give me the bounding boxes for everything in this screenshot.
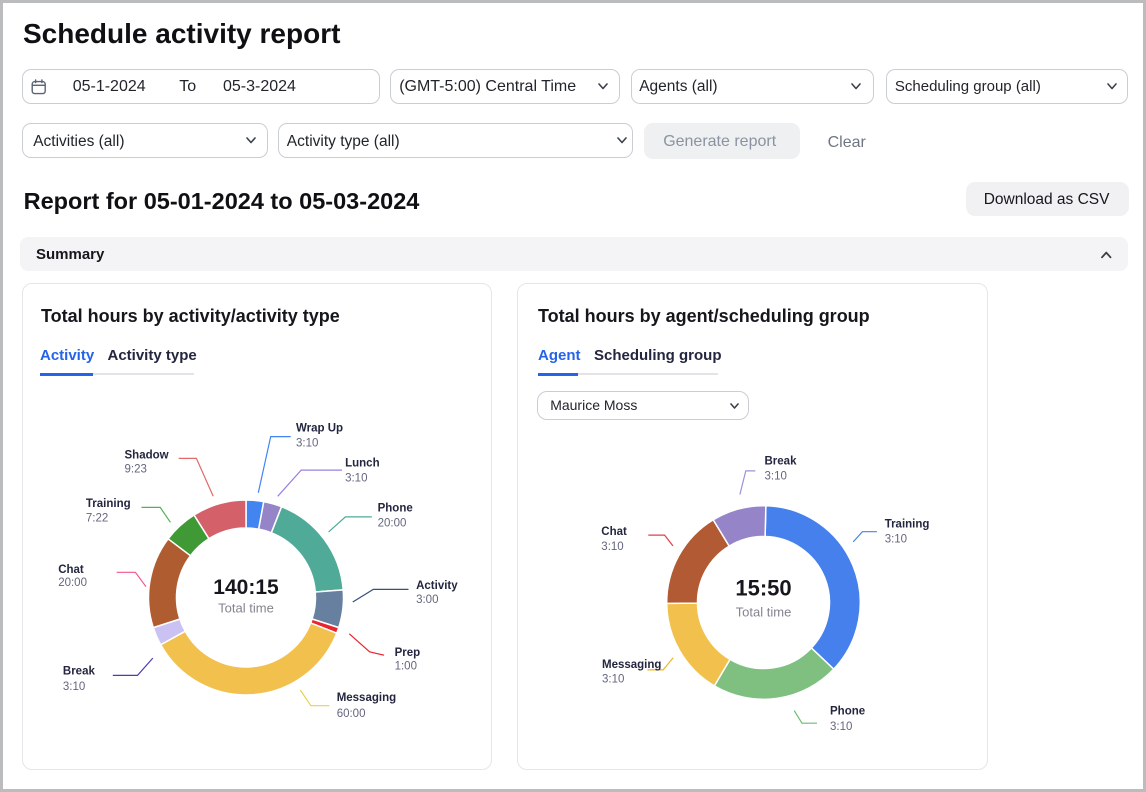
svg-text:Phone: Phone xyxy=(378,502,413,514)
svg-text:Wrap Up: Wrap Up xyxy=(296,423,343,435)
svg-text:3:10: 3:10 xyxy=(296,437,318,449)
svg-text:Total time: Total time xyxy=(736,604,792,619)
svg-text:Activity: Activity xyxy=(416,580,458,592)
svg-text:1:00: 1:00 xyxy=(395,661,417,673)
svg-text:Break: Break xyxy=(765,456,798,468)
svg-text:Shadow: Shadow xyxy=(125,450,169,462)
svg-text:Total time: Total time xyxy=(218,600,274,615)
svg-text:3:00: 3:00 xyxy=(416,594,438,606)
svg-text:7:22: 7:22 xyxy=(86,513,108,525)
svg-text:20:00: 20:00 xyxy=(378,518,407,530)
svg-text:20:00: 20:00 xyxy=(58,577,87,589)
svg-text:3:10: 3:10 xyxy=(830,721,852,733)
svg-text:Break: Break xyxy=(63,665,96,677)
svg-text:Chat: Chat xyxy=(601,526,627,538)
svg-text:140:15: 140:15 xyxy=(213,576,279,599)
svg-text:3:10: 3:10 xyxy=(601,541,623,553)
svg-text:3:10: 3:10 xyxy=(345,472,367,484)
svg-text:Training: Training xyxy=(885,519,930,531)
svg-text:60:00: 60:00 xyxy=(337,708,366,720)
svg-text:Training: Training xyxy=(86,498,131,510)
svg-text:3:10: 3:10 xyxy=(885,534,907,546)
svg-text:3:10: 3:10 xyxy=(602,674,624,686)
svg-text:9:23: 9:23 xyxy=(125,464,147,476)
svg-text:Lunch: Lunch xyxy=(345,458,380,470)
svg-text:Phone: Phone xyxy=(830,705,865,717)
svg-text:Chat: Chat xyxy=(58,564,84,576)
svg-text:Prep: Prep xyxy=(395,647,421,659)
svg-text:3:10: 3:10 xyxy=(765,471,787,483)
svg-text:Messaging: Messaging xyxy=(337,692,396,704)
svg-text:Messaging: Messaging xyxy=(602,659,661,671)
svg-text:15:50: 15:50 xyxy=(735,576,791,601)
svg-text:3:10: 3:10 xyxy=(63,681,85,693)
